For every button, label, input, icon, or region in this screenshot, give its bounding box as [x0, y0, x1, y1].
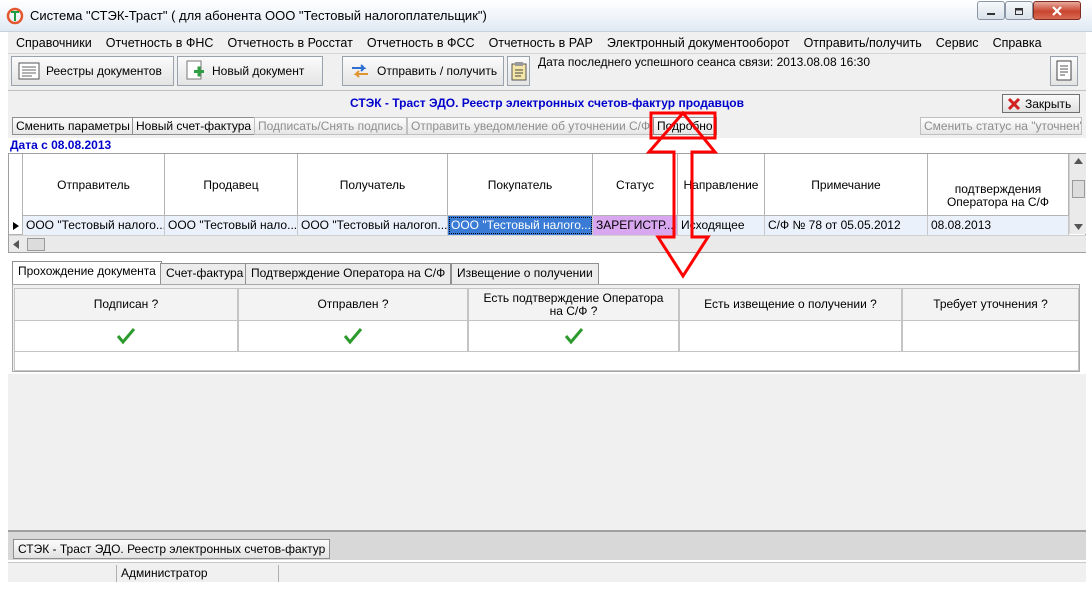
restore-icon [1015, 7, 1023, 15]
close-registry-label: Закрыть [1025, 96, 1072, 111]
cell-recipient[interactable]: ООО "Тестовый налогоп... [298, 216, 448, 235]
grid-horizontal-scrollbar[interactable] [9, 235, 1086, 252]
cell-buyer[interactable]: ООО "Тестовый налого... [448, 216, 593, 235]
registries-label: Реестры документов [46, 64, 162, 78]
minimize-icon [987, 12, 995, 15]
document-flow-panel: Подписан ? Отправлен ? Есть подтверждени… [12, 284, 1080, 372]
column-header-operator-confirm[interactable]: подтверждения Оператора на С/Ф [928, 176, 1069, 216]
empty-workspace [8, 374, 1086, 530]
cell-seller[interactable]: ООО "Тестовый нало... [165, 216, 298, 235]
tab-operator-confirmation[interactable]: Подтверждение Оператора на С/Ф [245, 263, 452, 284]
cell-sender[interactable]: ООО "Тестовый налого... [23, 216, 165, 235]
menu-item-rar[interactable]: Отчетность в РАР [489, 36, 593, 50]
menu-bar: Справочники Отчетность в ФНС Отчетность … [8, 32, 1086, 54]
menu-item-rosstat[interactable]: Отчетность в Росстат [227, 36, 352, 50]
cell-operator-confirm[interactable]: 08.08.2013 [928, 216, 1069, 235]
column-header-seller[interactable]: Продавец [165, 154, 298, 216]
registry-title: СТЭК - Траст ЭДО. Реестр электронных сче… [350, 96, 744, 110]
new-document-icon [186, 60, 204, 80]
menu-item-edo[interactable]: Электронный документооборот [607, 36, 790, 50]
cell-note[interactable]: С/Ф № 78 от 05.05.2012 [765, 216, 928, 235]
scroll-left-icon[interactable] [13, 240, 19, 249]
date-filter-label: Дата с 08.08.2013 [10, 138, 112, 152]
status-empty [278, 565, 1078, 582]
registry-list-icon [18, 62, 40, 80]
new-document-label: Новый документ [212, 64, 305, 78]
grid-vertical-scrollbar[interactable] [1069, 154, 1086, 234]
send-receive-icon [352, 64, 368, 78]
send-receive-label: Отправить / получить [377, 64, 498, 78]
detail-header-needs-clarification: Требует уточнения ? [902, 288, 1079, 321]
checkmark-icon [343, 328, 363, 345]
column-header-note[interactable]: Примечание [765, 154, 928, 216]
title-bar: Система "СТЭК-Траст" ( для абонента ООО … [0, 0, 1092, 32]
checkmark-icon [116, 328, 136, 345]
send-receive-button[interactable]: Отправить / получить [342, 56, 504, 86]
cell-direction[interactable]: Исходящее [678, 216, 765, 235]
app-logo-icon [6, 7, 24, 25]
status-bar: Администратор [8, 562, 1086, 582]
registry-header: СТЭК - Траст ЭДО. Реестр электронных сче… [8, 90, 1086, 114]
menu-item-send-receive[interactable]: Отправить/получить [804, 36, 922, 50]
detail-header-signed: Подписан ? [14, 288, 238, 321]
window-tab-registry[interactable]: СТЭК - Траст ЭДО. Реестр электронных сче… [13, 539, 331, 559]
tab-invoice[interactable]: Счет-фактура [160, 263, 250, 284]
maximize-button[interactable] [1005, 1, 1033, 20]
status-user: Администратор [116, 565, 278, 582]
column-header-status[interactable]: Статус [593, 154, 678, 216]
column-header-direction[interactable]: Направление [678, 154, 765, 216]
window-title: Система "СТЭК-Траст" ( для абонента ООО … [30, 8, 487, 23]
window-tabs-strip: СТЭК - Траст ЭДО. Реестр электронных сче… [8, 530, 1086, 560]
tab-document-flow[interactable]: Прохождение документа [12, 261, 162, 284]
detail-cell-needs-clarification [902, 321, 1079, 352]
registries-button[interactable]: Реестры документов [11, 56, 174, 86]
detail-empty-row [14, 352, 1079, 371]
close-icon [1052, 5, 1062, 16]
menu-item-service[interactable]: Сервис [936, 36, 979, 50]
toolbar: Реестры документов Новый документ Отправ… [8, 54, 1086, 90]
column-header-sender[interactable]: Отправитель [23, 154, 165, 216]
row-pointer-icon [9, 216, 23, 235]
details-button[interactable]: Подробно [653, 117, 717, 135]
close-window-button[interactable] [1033, 1, 1081, 20]
detail-cell-sent [238, 321, 468, 352]
detail-cell-operator-confirm [468, 321, 679, 352]
detail-header-sent: Отправлен ? [238, 288, 468, 321]
column-header-buyer[interactable]: Покупатель [448, 154, 593, 216]
new-invoice-button[interactable]: Новый счет-фактура [132, 117, 256, 135]
new-document-button[interactable]: Новый документ [177, 56, 323, 86]
detail-cell-signed [14, 321, 238, 352]
close-registry-button[interactable]: Закрыть [1002, 94, 1080, 113]
scroll-down-icon[interactable] [1074, 224, 1083, 230]
cell-status[interactable]: ЗАРЕГИСТР... [593, 216, 678, 235]
minimize-button[interactable] [977, 1, 1005, 20]
tab-receipt-notice[interactable]: Извещение о получении [451, 263, 599, 284]
pdf-button[interactable] [1050, 56, 1078, 86]
detail-header-operator-confirm: Есть подтверждение Оператора на С/Ф ? [468, 288, 679, 321]
clipboard-button[interactable] [507, 56, 530, 86]
menu-item-help[interactable]: Справка [993, 36, 1042, 50]
detail-cell-receipt [679, 321, 902, 352]
change-params-button[interactable]: Сменить параметры [12, 117, 134, 135]
change-status-button[interactable]: Сменить статус на "уточнен" [920, 117, 1082, 135]
h-scroll-thumb[interactable] [27, 238, 45, 251]
red-x-icon [1007, 97, 1021, 110]
scroll-thumb[interactable] [1072, 180, 1085, 198]
document-pdf-icon [1056, 60, 1072, 81]
clipboard-icon [511, 62, 527, 81]
column-header-group [928, 154, 1069, 176]
menu-item-fns[interactable]: Отчетность в ФНС [106, 36, 214, 50]
checkmark-icon [564, 328, 583, 345]
menu-item-fss[interactable]: Отчетность в ФСС [367, 36, 475, 50]
column-header-recipient[interactable]: Получатель [298, 154, 448, 216]
last-session-text: Дата последнего успешного сеанса связи: … [538, 55, 871, 69]
scroll-up-icon[interactable] [1074, 158, 1083, 164]
detail-header-receipt: Есть извещение о получении ? [679, 288, 902, 321]
menu-item-references[interactable]: Справочники [16, 36, 92, 50]
action-bar: Сменить параметры Новый счет-фактура Под… [8, 114, 1086, 138]
send-notice-button[interactable]: Отправить уведомление об уточнении С/Ф [407, 117, 655, 135]
invoice-grid: Отправитель Продавец Получатель Покупате… [8, 153, 1086, 253]
sign-unsign-button[interactable]: Подписать/Снять подпись [254, 117, 407, 135]
